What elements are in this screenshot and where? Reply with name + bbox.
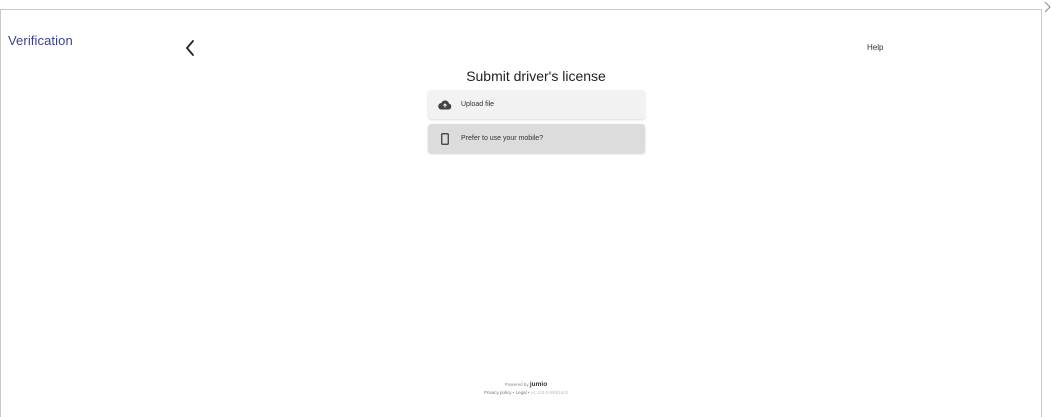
page-title: Submit driver's license [0, 68, 1052, 84]
mobile-phone-icon [438, 132, 452, 146]
privacy-policy-link[interactable]: Privacy policy [484, 390, 512, 395]
frame-top-border [0, 9, 1041, 10]
powered-by-text: Powered by [504, 382, 529, 387]
chevron-left-icon [185, 40, 194, 56]
use-mobile-label: Prefer to use your mobile? [461, 135, 544, 142]
upload-file-button[interactable]: Upload file [428, 90, 645, 119]
chevron-right-icon [1044, 1, 1051, 13]
cloud-upload-icon [438, 98, 452, 112]
sidebar-toggle-button[interactable] [1043, 0, 1052, 18]
footer-links: Privacy policy • Legal • v4.123.0-89fd15… [0, 389, 1052, 396]
legal-link[interactable]: Legal [516, 390, 527, 395]
powered-by: Powered by jumio [0, 381, 1052, 389]
use-mobile-button[interactable]: Prefer to use your mobile? [428, 124, 645, 153]
back-button[interactable] [181, 38, 201, 58]
help-link[interactable]: Help [867, 43, 883, 52]
footer-separator: • [527, 390, 530, 395]
footer-separator: • [512, 390, 515, 395]
app-title: Verification [8, 33, 73, 48]
upload-file-label: Upload file [461, 101, 495, 108]
version-label: v4.123.0-89fd15c0 [530, 390, 569, 395]
page-title-text: Submit driver's license [466, 68, 606, 84]
jumio-logo: jumio [529, 381, 548, 388]
footer: Powered by jumio Privacy policy • Legal … [0, 381, 1052, 396]
